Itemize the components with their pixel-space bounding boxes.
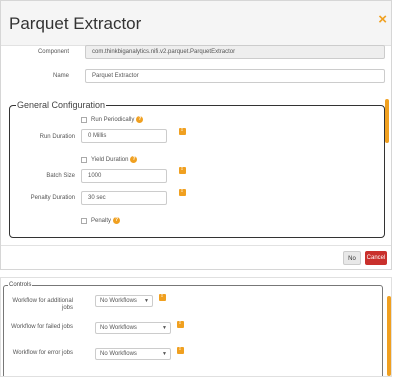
workflow-error-value: No Workflows [100,351,137,357]
warning-icon [177,346,184,354]
name-label: Name [52,73,69,79]
yield-checkbox[interactable] [81,157,87,163]
batch-size-input[interactable]: 1000 [81,169,167,183]
no-button[interactable]: No [343,251,361,265]
cancel-button[interactable]: Cancel [365,251,387,265]
component-field: com.thinkbiganalytics.nifi.v2.parquet.Pa… [85,45,385,59]
penalty-checkbox-label: Penalty? [91,217,121,225]
config-scroll-area[interactable]: Run Periodically? Run Duration 0 Millis … [15,107,377,233]
footer-divider [1,245,391,246]
workflow-failed-value: No Workflows [100,325,137,331]
name-input[interactable]: Parquet Extractor [85,69,385,83]
run-periodically-text: Run Periodically [91,117,135,124]
warning-icon [179,166,186,174]
workflow-additional-value: No Workflows [100,298,137,304]
workflow-failed-select[interactable]: No Workflows ▼ [95,322,171,334]
info-icon: ? [130,156,138,163]
batch-size-label: Batch Size [46,173,75,179]
warning-icon [177,320,184,328]
dialog-title: Parquet Extractor [9,14,142,33]
info-icon: ? [113,217,121,224]
penalty-input[interactable]: 30 sec [81,191,167,205]
controls-panel: Controls Workflow for additional jobs No… [0,277,392,377]
yield-text: Yield Duration [91,157,129,164]
info-icon: ? [136,116,144,123]
workflow-additional-label: Workflow for additional jobs [12,298,73,311]
warning-icon [179,188,186,196]
close-icon[interactable]: × [378,11,387,28]
workflow-error-select[interactable]: No Workflows ▼ [95,348,171,360]
scrollbar-thumb[interactable] [387,296,391,376]
warning-icon [159,293,166,301]
scrollbar-thumb[interactable] [385,99,389,143]
dialog-header: Parquet Extractor × [1,1,391,46]
penalty-checkbox[interactable] [81,218,87,224]
period-input[interactable]: 0 Millis [81,129,167,143]
run-periodically-checkbox[interactable] [81,117,87,123]
workflow-failed-label: Workflow for failed jobs [11,324,73,330]
penalty-text: Penalty [91,218,112,225]
warning-icon [179,127,186,135]
run-periodically-label: Run Periodically? [91,116,144,124]
workflow-error-label: Workflow for error jobs [12,350,73,356]
component-label: Component [37,49,69,55]
chevron-down-icon: ▼ [162,325,167,331]
period-label: Run Duration [39,134,75,140]
chevron-down-icon: ▼ [144,298,149,304]
penalty-label: Penalty Duration [30,195,75,201]
workflow-additional-select[interactable]: No Workflows ▼ [95,295,153,307]
processor-dialog: Parquet Extractor × Component com.thinkb… [0,0,392,270]
chevron-down-icon: ▼ [162,351,167,357]
controls-title: Controls [9,282,32,288]
yield-label: Yield Duration? [91,156,138,164]
